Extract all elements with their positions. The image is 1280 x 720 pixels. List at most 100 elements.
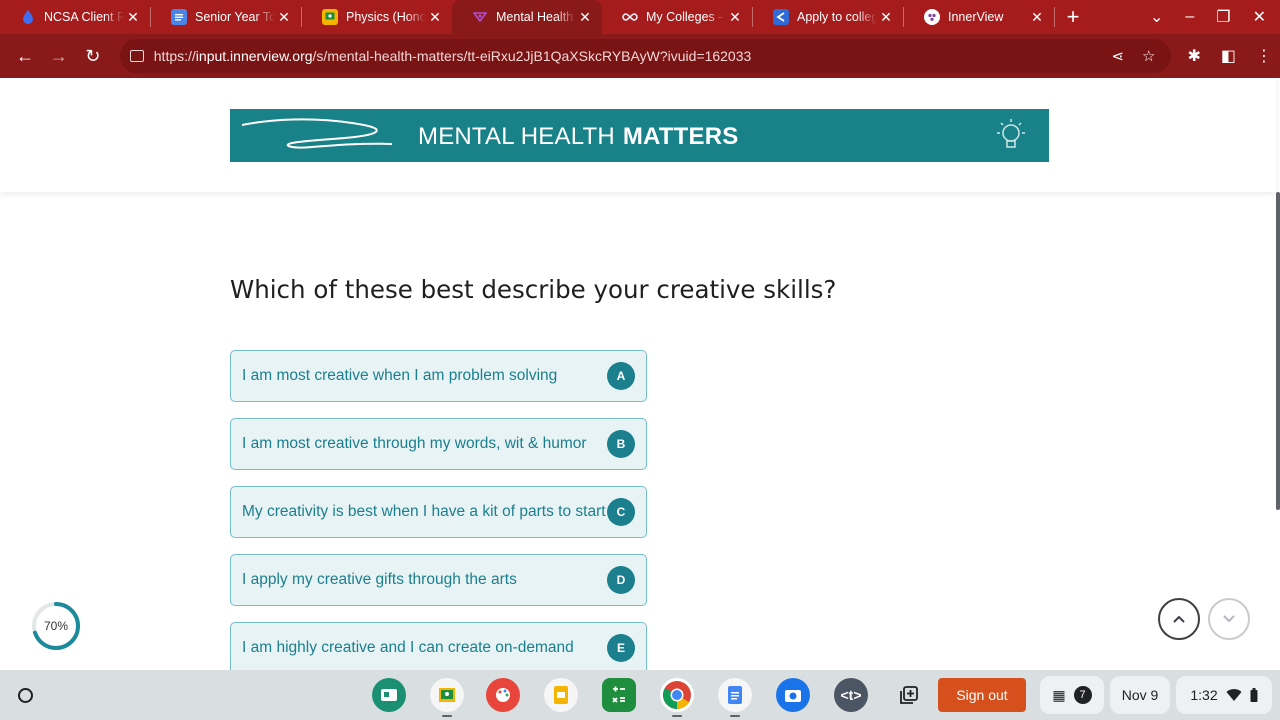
google-sheets-icon[interactable] — [602, 678, 636, 712]
choice-a[interactable]: I am most creative when I am problem sol… — [230, 350, 647, 402]
app-running-indicator — [730, 715, 740, 717]
url-host: input.innerview.org — [195, 48, 313, 64]
tab-physics[interactable]: Physics (Hono ✕ — [302, 0, 452, 34]
choice-key-badge: D — [607, 566, 635, 594]
close-icon[interactable]: ✕ — [1028, 9, 1046, 26]
reload-icon: ↻ — [85, 45, 101, 66]
window-controls: ⌄ – ❐ ✕ — [1150, 7, 1280, 27]
forward-button[interactable]: → — [42, 39, 76, 73]
launcher-button[interactable] — [10, 680, 40, 710]
notification-tray[interactable]: ▦ 7 — [1040, 676, 1104, 714]
bookmark-star-icon[interactable]: ☆ — [1142, 47, 1155, 65]
progress-label: 70% — [43, 619, 69, 633]
classroom-app-icon[interactable] — [372, 678, 406, 712]
time-label: 1:32 — [1190, 687, 1218, 703]
tab-ncsa[interactable]: NCSA Client Re ✕ — [0, 0, 150, 34]
tab-title: Physics (Hono — [346, 10, 426, 24]
address-bar[interactable]: https://input.innerview.org/s/mental-hea… — [119, 39, 1172, 73]
choice-label: My creativity is best when I have a kit … — [242, 503, 606, 520]
previous-question-button[interactable] — [1158, 598, 1200, 640]
extensions-puzzle-icon[interactable]: ✱ — [1187, 46, 1200, 66]
infinity-icon — [622, 9, 638, 25]
tab-my-colleges[interactable]: My Colleges - S ✕ — [602, 0, 752, 34]
chevron-up-icon — [1173, 615, 1185, 623]
back-button[interactable]: ← — [8, 39, 42, 73]
window-close-icon[interactable]: ✕ — [1253, 7, 1266, 27]
choice-label: I apply my creative gifts through the ar… — [242, 571, 517, 588]
share-icon[interactable]: ⋖ — [1111, 47, 1124, 65]
screen-capture-icon[interactable] — [892, 678, 926, 712]
tab-title: My Colleges - S — [646, 10, 726, 24]
status-tray[interactable]: 1:32 — [1176, 676, 1272, 714]
google-classroom-icon[interactable] — [430, 678, 464, 712]
choice-key-badge: E — [607, 634, 635, 662]
launcher-circle-icon — [17, 687, 33, 703]
date-label: Nov 9 — [1121, 687, 1159, 703]
menu-kebab-icon[interactable]: ⋮ — [1256, 46, 1272, 66]
banner-title-light: MENTAL HEALTH — [418, 123, 615, 150]
choice-d[interactable]: I apply my creative gifts through the ar… — [230, 554, 647, 606]
choice-b[interactable]: I am most creative through my words, wit… — [230, 418, 647, 470]
terminal-app-icon[interactable]: <t> — [834, 678, 868, 712]
tab-mental-health[interactable]: Mental Health ✕ — [452, 0, 602, 34]
holding-space-icon: ▦ — [1052, 686, 1066, 703]
page-scrollbar[interactable] — [1276, 192, 1280, 510]
chevron-down-icon — [1223, 615, 1235, 623]
lightbulb-icon — [997, 119, 1025, 148]
app-running-indicator — [672, 715, 682, 717]
arrow-left-icon: ← — [15, 45, 34, 66]
tab-title: Apply to colleg — [797, 10, 877, 24]
tab-innerview[interactable]: InnerView ✕ — [904, 0, 1054, 34]
page-header: MENTAL HEALTH MATTERS — [0, 78, 1276, 192]
new-tab-button[interactable]: + — [1055, 4, 1091, 30]
notification-count-badge: 7 — [1073, 686, 1092, 704]
close-icon[interactable]: ✕ — [726, 9, 744, 26]
sign-out-button[interactable]: Sign out — [938, 678, 1026, 712]
ncsa-drop-icon — [20, 9, 36, 25]
reload-button[interactable]: ↻ — [76, 39, 110, 73]
camera-app-icon[interactable] — [776, 678, 810, 712]
os-shelf: <t> Sign out ▦ 7 Nov 9 1:32 — [0, 670, 1280, 720]
wifi-icon — [1226, 689, 1242, 701]
choice-c[interactable]: My creativity is best when I have a kit … — [230, 486, 647, 538]
choice-key-badge: C — [607, 498, 635, 526]
url-scheme: https:// — [153, 48, 196, 64]
tab-apply[interactable]: Apply to colleg ✕ — [753, 0, 903, 34]
minimize-icon[interactable]: – — [1185, 8, 1194, 26]
choice-label: I am highly creative and I can create on… — [242, 639, 574, 656]
battery-icon — [1250, 688, 1258, 702]
innerview-icon — [924, 9, 940, 25]
tab-strip: NCSA Client Re ✕ Senior Year To ✕ Physic… — [0, 0, 1280, 34]
browser-toolbar: ← → ↻ https://input.innerview.org/s/ment… — [0, 34, 1280, 78]
arrow-right-icon: → — [49, 45, 68, 66]
close-icon[interactable]: ✕ — [576, 9, 594, 26]
innerview-icon — [472, 9, 488, 25]
banner-title: MENTAL HEALTH MATTERS — [418, 123, 738, 151]
url-text[interactable]: https://input.innerview.org/s/mental-hea… — [154, 48, 1112, 64]
choice-label: I am most creative when I am problem sol… — [242, 367, 558, 384]
date-tray[interactable]: Nov 9 — [1110, 676, 1170, 714]
restore-icon[interactable]: ❐ — [1216, 7, 1230, 27]
next-question-button[interactable] — [1208, 598, 1250, 640]
close-icon[interactable]: ✕ — [275, 9, 293, 26]
url-path: /s/mental-health-matters/tt-eiRxu2JjB1Qa… — [312, 48, 752, 64]
banner-title-bold: MATTERS — [622, 123, 739, 150]
close-icon[interactable]: ✕ — [426, 9, 444, 26]
site-info-icon[interactable] — [129, 50, 144, 62]
tab-title: InnerView — [948, 10, 1004, 24]
paint-palette-app-icon[interactable] — [486, 678, 520, 712]
web-page: MENTAL HEALTH MATTERS Which of these best… — [0, 78, 1280, 670]
google-slides-icon[interactable] — [544, 678, 578, 712]
side-panel-icon[interactable]: ◧ — [1221, 46, 1236, 66]
tab-title: Mental Health — [496, 10, 574, 24]
google-docs-icon[interactable] — [718, 678, 752, 712]
chrome-icon[interactable] — [660, 678, 694, 712]
close-icon[interactable]: ✕ — [877, 9, 895, 26]
tab-senior-year[interactable]: Senior Year To ✕ — [151, 0, 301, 34]
choice-key-badge: A — [607, 362, 635, 390]
close-icon[interactable]: ✕ — [124, 9, 142, 26]
commonapp-icon — [773, 9, 789, 25]
classroom-icon — [322, 9, 338, 25]
tab-search-chevron-icon[interactable]: ⌄ — [1150, 7, 1163, 27]
choice-e[interactable]: I am highly creative and I can create on… — [230, 622, 647, 670]
